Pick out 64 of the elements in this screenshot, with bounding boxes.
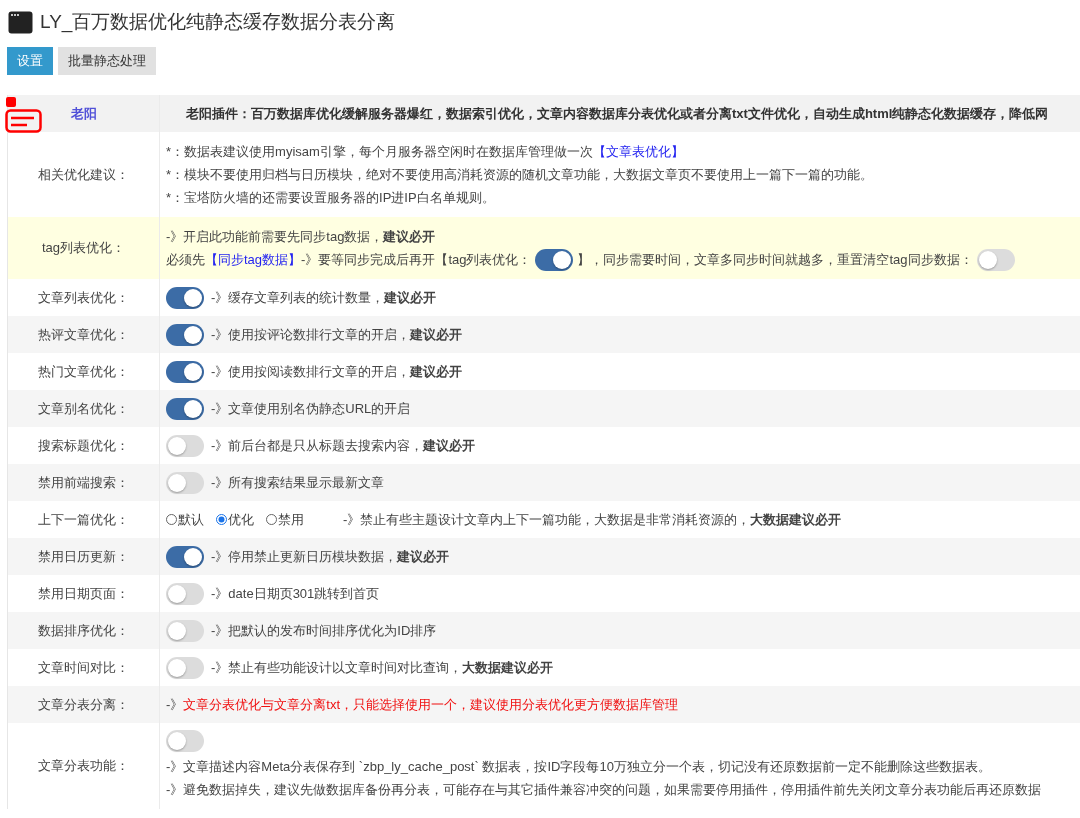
row-label: 相关优化建议： <box>38 165 129 184</box>
row-label: 文章列表优化： <box>38 288 129 307</box>
toggle-switch[interactable] <box>976 248 1015 271</box>
option-description: -》使用按阅读数排行文章的开启，建议必开 <box>211 362 463 381</box>
link[interactable]: 【文章表优化】 <box>592 142 684 161</box>
row-label: 禁用日历更新： <box>38 547 129 566</box>
toggle-switch[interactable] <box>166 471 204 494</box>
row-label: 文章分表分离： <box>38 695 129 714</box>
row-label: 禁用前端搜索： <box>38 473 129 492</box>
row-label: 上下一篇优化： <box>38 510 129 529</box>
note-text: *：宝塔防火墙的还需要设置服务器的IP进IP白名单规则。 <box>166 188 495 207</box>
row-label: tag列表优化： <box>41 239 126 257</box>
toggle-switch[interactable] <box>166 397 204 420</box>
option-description: -》文章使用别名伪静态URL的开启 <box>211 399 411 418</box>
row-label: 文章别名优化： <box>38 399 129 418</box>
author-name: 老阳 <box>70 104 97 123</box>
option-description: -》把默认的发布时间排序优化为ID排序 <box>211 621 437 640</box>
warning-text: 文章分表优化与文章分离txt，只能选择使用一个，建议使用分表优化更方便数据库管理 <box>183 695 679 714</box>
card-icon <box>5 97 42 133</box>
radio-option[interactable]: 禁用 <box>266 510 304 529</box>
row-label: 文章时间对比： <box>38 658 129 677</box>
plugin-description: 老阳插件：百万数据库优化缓解服务器爆红，数据索引优化，文章内容数据库分表优化或者分离txt文件优化，自动生成html纯静态化数据缓存，降低网 <box>186 104 1050 123</box>
row-label: 热评文章优化： <box>38 325 129 344</box>
option-description: -》前后台都是只从标题去搜索内容，建议必开 <box>211 436 476 455</box>
note-text: 】，同步需要时间，文章多同步时间就越多，重置清空tag同步数据： <box>577 250 973 269</box>
option-description: -》缓存文章列表的统计数量，建议必开 <box>211 288 437 307</box>
toggle-switch[interactable] <box>166 582 204 605</box>
link[interactable]: 【同步tag数据】 <box>205 250 302 269</box>
option-description: -》文章描述内容Meta分表保存到 `zbp_ly_cache_post` 数据表，按ID字段每10万独立分一个表，切记没有还原数据前一定不能删除这些数据表。 <box>166 757 991 776</box>
note-text: -》要等同步完成后再开【tag列表优化： <box>301 250 532 269</box>
row-label: 文章分表功能： <box>38 757 129 775</box>
toggle-switch[interactable] <box>166 545 204 568</box>
option-description: -》date日期页301跳转到首页 <box>211 584 380 603</box>
toggle-switch[interactable] <box>535 248 574 271</box>
option-description: -》禁止有些功能设计以文章时间对比查询，大数据建议必开 <box>211 658 554 677</box>
option-description: -》使用按评论数排行文章的开启，建议必开 <box>211 325 463 344</box>
option-description: -》所有搜索结果显示最新文章 <box>211 473 385 492</box>
arrow-text: -》 <box>166 695 184 714</box>
radio-icon[interactable] <box>266 514 277 525</box>
note-text: *：数据表建议使用myisam引擎，每个月服务器空闲时在数据库管理做一次 <box>166 142 593 161</box>
row-label: 热门文章优化： <box>38 362 129 381</box>
option-description: -》禁止有些主题设计文章内上下一篇功能，大数据是非常消耗资源的，大数据建议必开 <box>343 510 842 529</box>
note-text: -》开启此功能前需要先同步tag数据，建议必开 <box>166 227 436 246</box>
toggle-switch[interactable] <box>166 286 204 309</box>
tab[interactable]: 批量静态处理 <box>58 47 156 75</box>
radio-icon[interactable] <box>216 514 227 525</box>
radio-option[interactable]: 默认 <box>166 510 204 529</box>
row-label: 搜索标题优化： <box>38 436 129 455</box>
radio-option[interactable]: 优化 <box>216 510 254 529</box>
note-text: 必须先 <box>166 250 205 269</box>
radio-icon[interactable] <box>166 514 177 525</box>
note-text: *：模块不要使用归档与日历模块，绝对不要使用高消耗资源的随机文章功能，大数据文章页不要使用上一篇下一篇的功能。 <box>166 165 874 184</box>
row-label: 禁用日期页面： <box>38 584 129 603</box>
page-title: LY_百万数据优化纯静态缓存数据分表分离 <box>40 10 396 35</box>
row-label: 数据排序优化： <box>38 621 129 640</box>
toggle-switch[interactable] <box>166 360 204 383</box>
window-icon <box>8 10 33 34</box>
toggle-switch[interactable] <box>166 434 204 457</box>
toggle-switch[interactable] <box>166 323 204 346</box>
toggle-switch[interactable] <box>166 656 204 679</box>
toggle-switch[interactable] <box>166 619 204 642</box>
toggle-switch[interactable] <box>166 730 204 752</box>
option-description: -》停用禁止更新日历模块数据，建议必开 <box>211 547 450 566</box>
option-description: -》避免数据掉失，建议先做数据库备份再分表，可能存在与其它插件兼容冲突的问题，如果需要停用插件，停用插件前先关闭文章分表功能后再还原数据 <box>166 780 1042 799</box>
